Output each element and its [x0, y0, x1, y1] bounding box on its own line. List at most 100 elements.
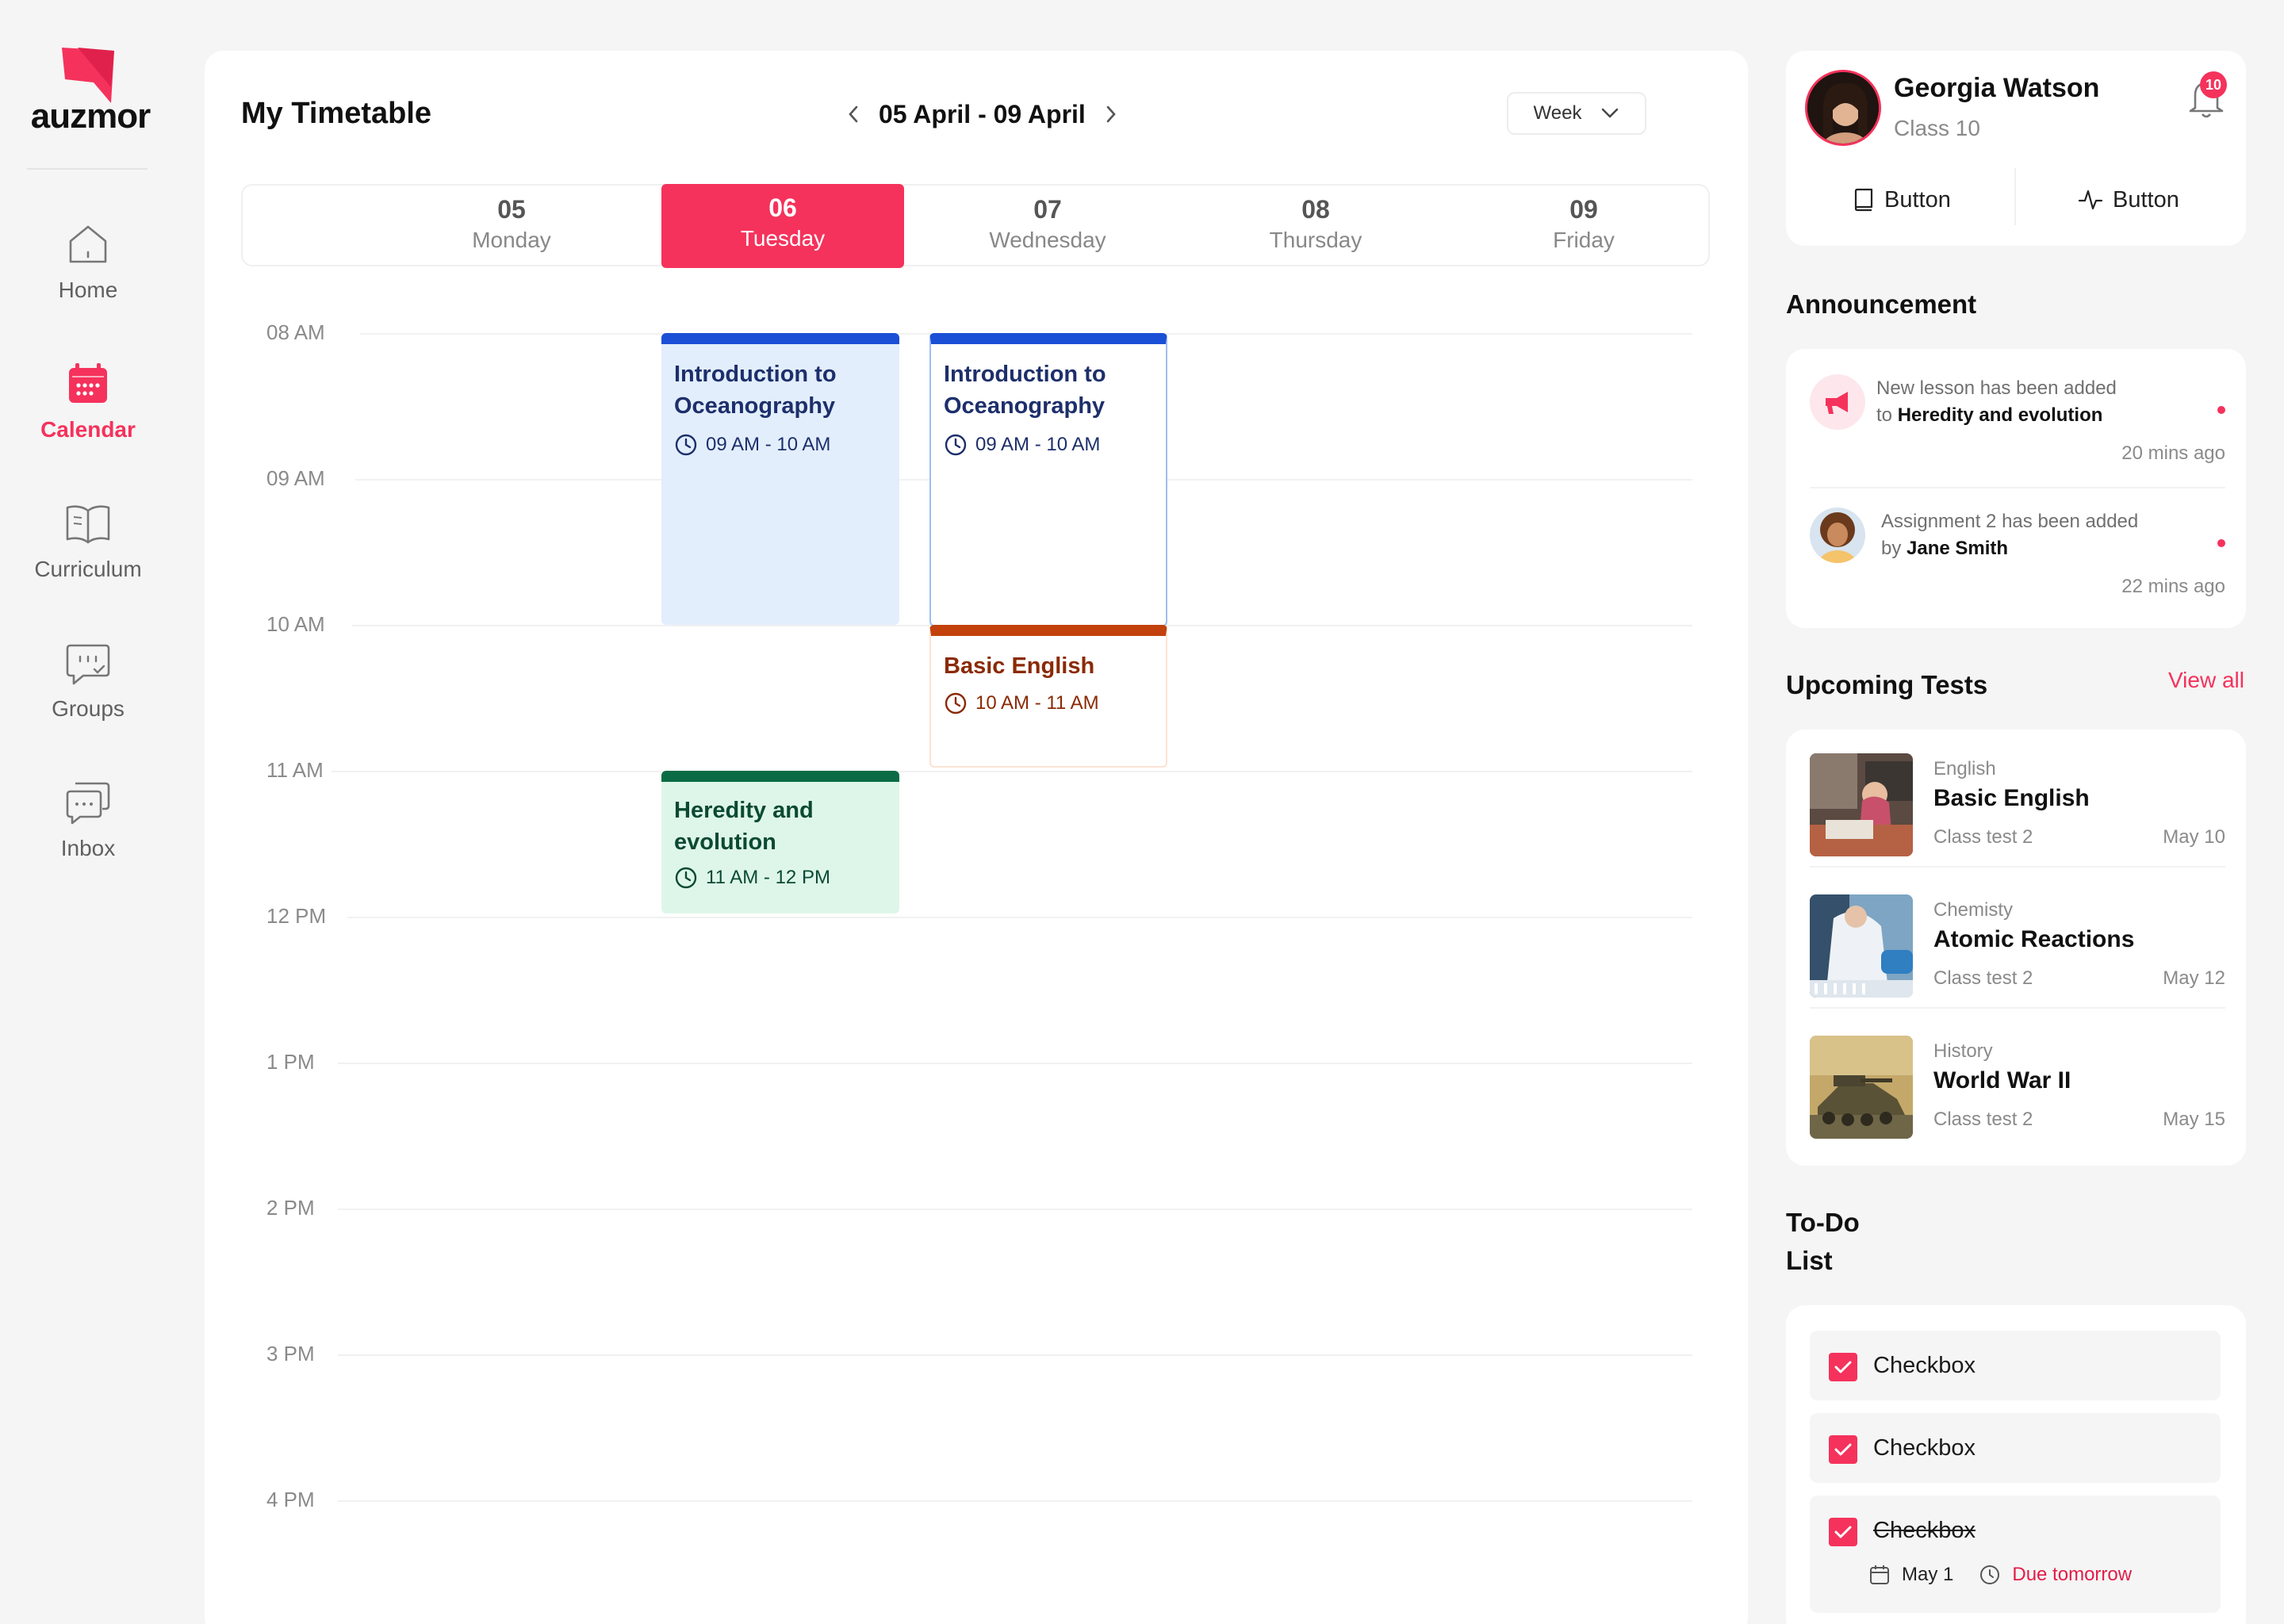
- avatar: [1810, 508, 1865, 563]
- event-oceanography-wednesday[interactable]: Introduction to Oceanography 09 AM - 10 …: [929, 333, 1167, 626]
- test-subject: History: [1933, 1040, 1993, 1062]
- event-time: 09 AM - 10 AM: [975, 434, 1101, 455]
- nav-calendar[interactable]: Calendar: [0, 360, 176, 455]
- chevron-down-icon: [1602, 108, 1619, 118]
- day-tuesday[interactable]: 06 Tuesday: [661, 184, 904, 268]
- event-time-row: 09 AM - 10 AM: [944, 433, 1153, 457]
- todo-item[interactable]: Checkbox: [1810, 1413, 2221, 1483]
- time-label: 12 PM: [266, 904, 327, 928]
- test-item[interactable]: English Basic English Class test 2 May 1…: [1810, 739, 2225, 860]
- announcement-time: 20 mins ago: [2121, 442, 2225, 464]
- book-icon: [1854, 188, 1873, 212]
- event-time: 11 AM - 12 PM: [706, 867, 830, 888]
- checkbox[interactable]: [1829, 1435, 1857, 1464]
- announcement-item[interactable]: New lesson has been added to Heredity an…: [1810, 358, 2225, 485]
- day-monday[interactable]: 05 Monday: [390, 186, 633, 268]
- todo-label: Checkbox: [1873, 1518, 1976, 1543]
- test-date: May 15: [2163, 1109, 2225, 1130]
- event-time: 09 AM - 10 AM: [706, 434, 831, 455]
- grid-line: [338, 1500, 1692, 1502]
- clock-icon: [945, 692, 967, 714]
- event-title: Heredity and evolution: [674, 798, 814, 855]
- event-oceanography-tuesday[interactable]: Introduction to Oceanography 09 AM - 10 …: [661, 333, 899, 625]
- profile-button-2-label: Button: [2113, 186, 2179, 213]
- calendar-icon: [1870, 1565, 1889, 1584]
- test-meta: Class test 2: [1933, 826, 2033, 848]
- nav-inbox[interactable]: Inbox: [0, 779, 176, 874]
- day-number: 05: [497, 195, 526, 224]
- todo-title-line1: To-Do: [1786, 1208, 1860, 1237]
- checkbox[interactable]: [1829, 1518, 1857, 1546]
- clock-icon: [675, 434, 697, 456]
- todo-meta: May 1 Due tomorrow: [1868, 1564, 2132, 1586]
- todo-label: Checkbox: [1873, 1435, 1976, 1461]
- announcement-prefix: by: [1881, 538, 1902, 559]
- day-number: 08: [1301, 195, 1330, 224]
- day-thursday[interactable]: 08 Thursday: [1194, 186, 1437, 268]
- time-label: 09 AM: [266, 466, 325, 490]
- day-number: 09: [1569, 195, 1598, 224]
- chevron-left-icon[interactable]: [845, 102, 861, 126]
- checkbox[interactable]: [1829, 1353, 1857, 1381]
- profile-card: Georgia Watson Class 10 10 Button Button: [1786, 51, 2246, 246]
- day-name: Monday: [472, 228, 551, 252]
- day-header: 05 Monday 06 Tuesday 07 Wednesday 08 Thu…: [241, 184, 1710, 268]
- day-wednesday[interactable]: 07 Wednesday: [926, 186, 1169, 268]
- nav-groups[interactable]: Groups: [0, 639, 176, 734]
- groups-icon: [66, 644, 110, 685]
- day-name: Wednesday: [989, 228, 1106, 252]
- announcement-item[interactable]: Assignment 2 has been added by Jane Smit…: [1810, 492, 2225, 619]
- unread-dot: [2217, 539, 2225, 547]
- megaphone-icon: [1810, 374, 1865, 430]
- view-all-link[interactable]: View all: [2168, 668, 2244, 693]
- logo-mark-icon: [62, 48, 114, 103]
- time-label: 3 PM: [266, 1342, 315, 1365]
- event-basic-english[interactable]: Basic English 10 AM - 11 AM: [929, 625, 1167, 768]
- time-label: 10 AM: [266, 612, 325, 636]
- test-item[interactable]: Chemisty Atomic Reactions Class test 2 M…: [1810, 880, 2225, 1001]
- announcement-detail: to Heredity and evolution: [1876, 404, 2102, 427]
- inbox-icon: [66, 782, 110, 825]
- day-friday[interactable]: 09 Friday: [1462, 186, 1705, 268]
- announcement-detail: by Jane Smith: [1881, 538, 2008, 560]
- clock-icon: [1980, 1565, 2000, 1584]
- event-time-row: 09 AM - 10 AM: [674, 433, 887, 457]
- nav-groups-label: Groups: [52, 696, 125, 721]
- test-date: May 12: [2163, 967, 2225, 989]
- todo-title: To-Do List: [1786, 1204, 1860, 1280]
- test-title: Atomic Reactions: [1933, 926, 2135, 952]
- todo-item[interactable]: Checkbox: [1810, 1331, 2221, 1400]
- test-date: May 10: [2163, 826, 2225, 848]
- logo[interactable]: auzmor: [27, 48, 154, 136]
- profile-button-1[interactable]: Button: [1853, 178, 1951, 222]
- nav-home-label: Home: [58, 278, 118, 302]
- calendar-icon: [69, 363, 107, 403]
- day-name: Friday: [1553, 228, 1615, 252]
- activity-icon: [2078, 190, 2103, 210]
- book-icon: [66, 505, 110, 544]
- avatar[interactable]: [1805, 70, 1881, 146]
- view-select[interactable]: Week: [1507, 92, 1646, 135]
- profile-button-2[interactable]: Button: [2078, 178, 2179, 222]
- nav-home[interactable]: Home: [0, 220, 176, 316]
- announcement-subject: Jane Smith: [1907, 538, 2009, 559]
- test-item[interactable]: History World War II Class test 2 May 15: [1810, 1021, 2225, 1142]
- nav-inbox-label: Inbox: [60, 836, 116, 860]
- notification-badge: 10: [2200, 71, 2227, 98]
- event-heredity[interactable]: Heredity and evolution 11 AM - 12 PM: [661, 771, 899, 914]
- time-label: 1 PM: [266, 1050, 315, 1074]
- event-time-row: 11 AM - 12 PM: [674, 866, 887, 890]
- check-icon: [1834, 1361, 1852, 1373]
- announcement-subject: Heredity and evolution: [1897, 404, 2103, 426]
- nav-curriculum[interactable]: Curriculum: [0, 500, 176, 595]
- test-meta: Class test 2: [1933, 967, 2033, 989]
- announcement-text: Assignment 2 has been added: [1881, 511, 2139, 532]
- grid-line: [347, 917, 1692, 918]
- announcement-prefix: to: [1876, 404, 1893, 426]
- date-range: 05 April - 09 April: [879, 99, 1086, 128]
- chevron-right-icon[interactable]: [1103, 102, 1119, 126]
- todo-item[interactable]: Checkbox May 1 Due tomorrow: [1810, 1496, 2221, 1613]
- event-title: Basic English: [944, 653, 1095, 679]
- check-icon: [1834, 1443, 1852, 1456]
- avatar-image: [1807, 72, 1879, 144]
